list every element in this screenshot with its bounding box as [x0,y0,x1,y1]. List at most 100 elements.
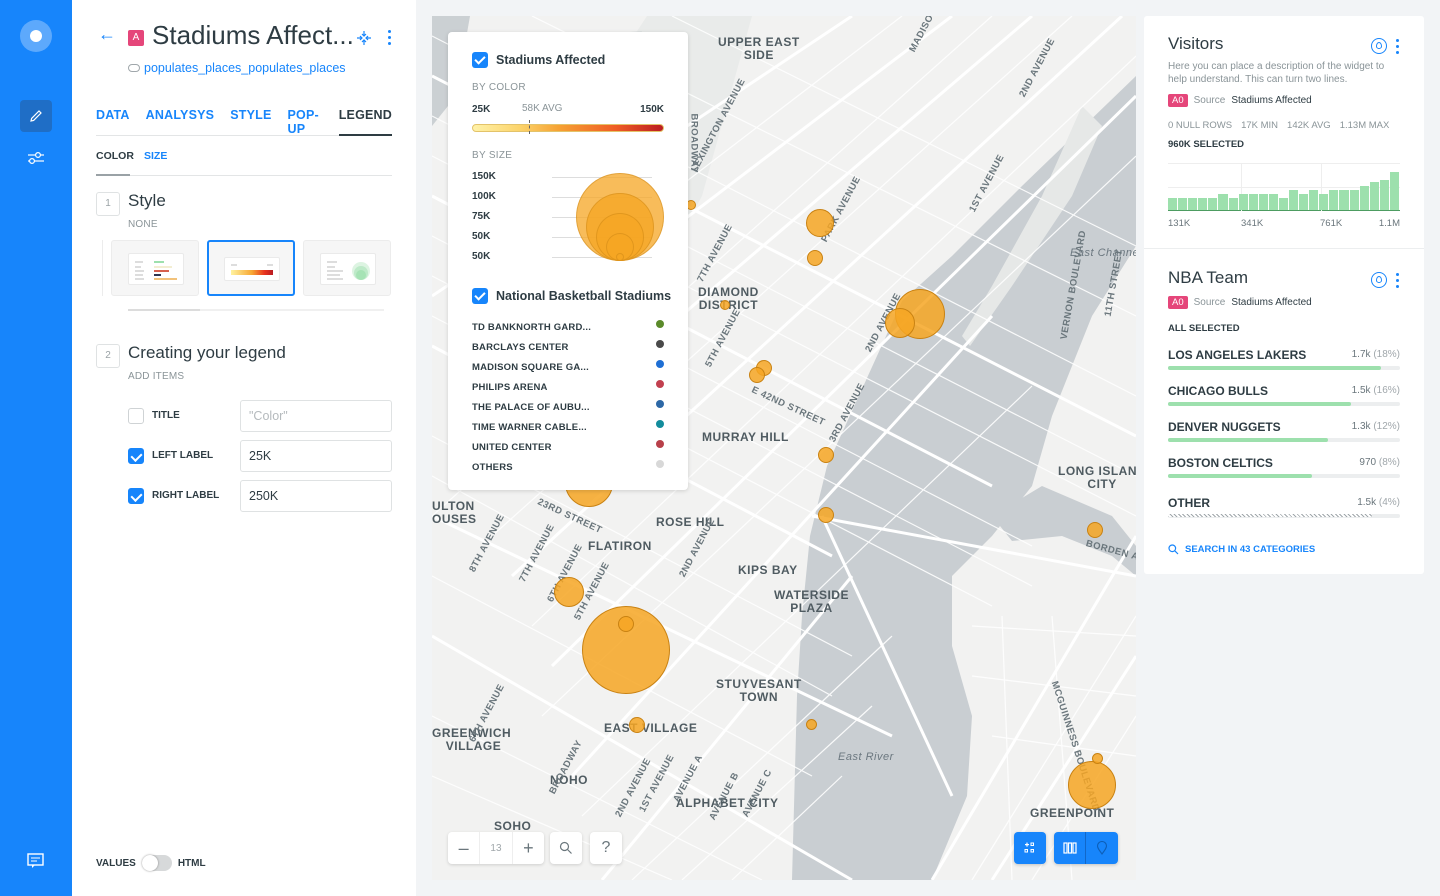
style-card-bubble[interactable] [303,240,391,296]
histogram-bar[interactable] [1248,194,1258,210]
histogram-bar[interactable] [1228,198,1238,210]
histogram-bar[interactable] [1268,194,1278,210]
map-point[interactable] [1092,753,1103,764]
subtab-color[interactable]: COLOR [96,150,134,176]
category-item[interactable]: OTHER 1.5k (4%) [1168,496,1400,524]
histogram-bar[interactable] [1278,198,1289,210]
category-item[interactable]: LOS ANGELES LAKERS 1.7k (18%) [1168,348,1400,376]
right-label-checkbox[interactable] [128,488,144,504]
cards-scrollbar[interactable] [128,309,384,311]
title-checkbox[interactable] [128,408,144,424]
columns-view-button[interactable] [1054,832,1086,864]
right-label-input[interactable] [240,480,392,512]
map-point[interactable] [885,308,915,338]
map-point[interactable] [618,616,634,632]
tab-legend[interactable]: LEGEND [338,108,392,136]
histogram-bar[interactable] [1289,190,1299,210]
legend-category-swatch [656,340,664,348]
search-categories-link[interactable]: SEARCH IN 43 CATEGORIES [1168,544,1315,555]
map-label: LONG ISLANDCITY [1058,464,1136,491]
histogram-bar[interactable] [1218,194,1228,210]
histogram-bar[interactable] [1198,198,1208,210]
map-label: KIPS BAY [738,563,798,577]
map-point[interactable] [818,507,834,523]
search-map-button[interactable] [550,832,582,864]
layer1-visibility-checkbox[interactable] [472,52,488,68]
legend-style-cards [96,240,392,296]
app-logo[interactable] [20,20,52,52]
style-card-gradient[interactable] [207,240,295,296]
map-point[interactable] [806,209,834,237]
widgets-layout-button[interactable] [1014,832,1046,864]
stat-avg: 142K AVG [1287,120,1331,131]
search-icon [559,841,572,854]
histogram-bar[interactable] [1238,194,1248,210]
legend-category-row: OTHERS [472,457,664,473]
map-point[interactable] [629,717,645,733]
histogram-bar[interactable] [1359,186,1369,210]
map-point[interactable] [806,719,817,730]
widget-options-icon[interactable] [1396,273,1400,288]
histogram-bar[interactable] [1379,180,1389,210]
layer2-visibility-checkbox[interactable] [472,288,488,304]
category-item[interactable]: CHICAGO BULLS 1.5k (16%) [1168,384,1400,412]
histogram-chart[interactable] [1168,163,1400,211]
histogram-bar[interactable] [1339,190,1349,210]
histogram-bar[interactable] [1188,198,1198,210]
zoom-in-button[interactable]: + [513,832,544,864]
histogram-bar[interactable] [1309,190,1319,210]
chat-icon[interactable] [26,852,46,870]
histogram-bar[interactable] [1369,182,1379,210]
widget-color-icon[interactable] [1371,272,1387,288]
pin-view-button[interactable] [1086,832,1118,864]
map-point[interactable] [1087,522,1103,538]
map-point[interactable] [554,577,584,607]
legend-category-name: BARCLAYS CENTER [472,342,569,353]
style-card-category[interactable] [111,240,199,296]
tab-style[interactable]: STYLE [230,108,271,136]
source-link[interactable]: populates_places_populates_places [128,61,346,75]
category-item[interactable]: DENVER NUGGETS 1.3k (12%) [1168,420,1400,448]
subtab-size[interactable]: SIZE [144,150,167,176]
widget-color-icon[interactable] [1371,38,1387,54]
map-point[interactable] [818,447,834,463]
left-label-input[interactable] [240,440,392,472]
layer-title[interactable]: Stadiums Affect... [152,20,354,51]
histogram-bar[interactable] [1329,190,1339,210]
left-label-checkbox[interactable] [128,448,144,464]
map-point[interactable] [749,367,765,383]
pencil-icon[interactable] [20,100,52,132]
histogram-bar[interactable] [1178,198,1188,210]
histogram-bar[interactable] [1389,172,1399,210]
layer-options-icon[interactable] [388,30,392,45]
compress-icon[interactable] [356,30,372,46]
zoom-out-button[interactable]: – [448,832,481,864]
tab-analysis[interactable]: ANALYSYS [146,108,215,136]
back-arrow-icon[interactable]: ← [98,24,116,45]
histogram-bar[interactable] [1258,194,1268,210]
tab-popup[interactable]: POP-UP [288,108,323,136]
tab-data[interactable]: DATA [96,108,130,136]
histogram-bar[interactable] [1208,198,1218,210]
values-html-toggle[interactable] [141,855,172,871]
category-bar-track [1168,514,1400,518]
histogram-bar[interactable] [1168,198,1178,210]
title-input[interactable] [240,400,392,432]
street-label: BROADWAY [688,113,700,174]
sliders-icon[interactable] [20,142,52,174]
category-item[interactable]: BOSTON CELTICS 970 (8%) [1168,456,1400,484]
map-point[interactable] [720,300,730,310]
map-point[interactable] [1068,761,1116,809]
map-point[interactable] [807,250,823,266]
source-label: Source [1193,95,1226,106]
histogram-bar[interactable] [1349,190,1359,210]
legend-category-row: MADISON SQUARE GA... [472,357,664,373]
histogram-bar[interactable] [1299,194,1309,210]
source-name[interactable]: populates_places_populates_places [144,61,346,75]
category-selected: ALL SELECTED [1168,323,1240,334]
category-name: DENVER NUGGETS [1168,420,1281,434]
widget-options-icon[interactable] [1396,39,1400,54]
help-button[interactable]: ? [590,832,622,864]
search-categories-label: SEARCH IN 43 CATEGORIES [1185,544,1316,555]
histogram-bar[interactable] [1319,194,1329,210]
